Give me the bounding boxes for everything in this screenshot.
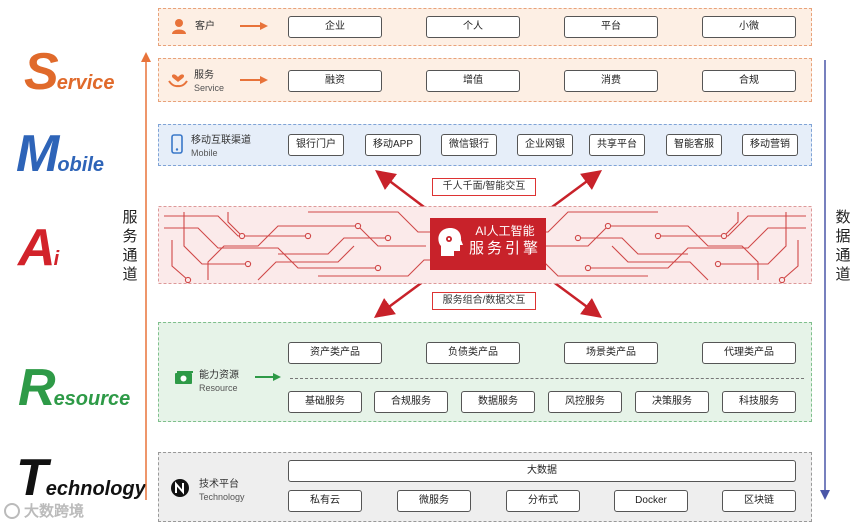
- ai-tag-top: 千人千面/智能交互: [432, 178, 536, 196]
- ai-engine-line1: AI人工智能: [475, 224, 535, 238]
- hand-heart-icon: [168, 74, 188, 88]
- right-channel-label: 数据通道: [835, 209, 851, 283]
- service-item[interactable]: 增值: [426, 70, 520, 92]
- letter-resource-cap: R: [18, 359, 56, 417]
- watermark-text: 大数跨境: [24, 503, 85, 520]
- letter-ai: Ai: [18, 218, 59, 278]
- letter-resource: Resource: [18, 358, 130, 418]
- mobile-label: 移动互联渠道 Mobile: [191, 135, 251, 159]
- mobile-phone-icon: [171, 134, 183, 154]
- service-item[interactable]: 合规: [702, 70, 796, 92]
- resource-label-en: Resource: [199, 383, 238, 393]
- ai-engine-line2: 服务引擎: [468, 240, 541, 257]
- mobile-item[interactable]: 企业网银: [517, 134, 573, 156]
- resource-product[interactable]: 场景类产品: [564, 342, 658, 364]
- left-channel-arrow: [141, 52, 151, 500]
- resource-product[interactable]: 代理类产品: [702, 342, 796, 364]
- letter-service: Service: [24, 42, 115, 102]
- resource-service[interactable]: 基础服务: [288, 391, 362, 413]
- letter-ai-cap: A: [18, 219, 56, 277]
- technology-logo-icon: [171, 479, 189, 497]
- resource-arrow-icon: [255, 373, 281, 381]
- service-arrow-icon: [240, 76, 268, 84]
- customer-item[interactable]: 企业: [288, 16, 382, 38]
- mobile-label-en: Mobile: [191, 148, 218, 158]
- resource-label-cn: 能力资源: [199, 370, 239, 381]
- letter-service-cap: S: [24, 43, 59, 101]
- letter-service-rest: ervice: [56, 72, 115, 94]
- customer-label: 客户: [195, 21, 215, 32]
- service-label: 服务 Service: [194, 70, 224, 94]
- letter-mobile-cap: M: [16, 125, 59, 183]
- technology-top[interactable]: 大数据: [288, 460, 796, 482]
- resource-service[interactable]: 数据服务: [461, 391, 535, 413]
- service-label-cn: 服务: [194, 70, 214, 81]
- mobile-item[interactable]: 微信银行: [441, 134, 497, 156]
- resource-service[interactable]: 合规服务: [374, 391, 448, 413]
- letter-mobile: Mobile: [16, 124, 104, 184]
- letter-technology-rest: echnology: [45, 478, 146, 500]
- customer-item[interactable]: 平台: [564, 16, 658, 38]
- right-channel-arrow: [820, 60, 830, 500]
- letter-technology-cap: T: [16, 449, 48, 507]
- letter-resource-rest: esource: [53, 388, 131, 410]
- customer-item[interactable]: 个人: [426, 16, 520, 38]
- resource-product[interactable]: 资产类产品: [288, 342, 382, 364]
- money-icon: [175, 371, 193, 384]
- mobile-label-cn: 移动互联渠道: [191, 135, 251, 146]
- letter-ai-rest: i: [53, 248, 60, 270]
- letter-technology: Technology: [16, 448, 146, 508]
- service-label-en: Service: [194, 83, 225, 93]
- technology-item[interactable]: 分布式: [506, 490, 580, 512]
- person-icon: [172, 19, 186, 34]
- resource-label: 能力资源 Resource: [199, 370, 239, 394]
- ai-tag-bottom: 服务组合/数据交互: [432, 292, 536, 310]
- technology-item[interactable]: 微服务: [397, 490, 471, 512]
- resource-divider: [290, 378, 804, 379]
- left-channel-label: 服务通道: [122, 209, 138, 283]
- service-item[interactable]: 消费: [564, 70, 658, 92]
- mobile-item[interactable]: 移动APP: [365, 134, 421, 156]
- mobile-item[interactable]: 移动营销: [742, 134, 798, 156]
- technology-item[interactable]: Docker: [614, 490, 688, 512]
- mobile-item[interactable]: 共享平台: [589, 134, 645, 156]
- mobile-item[interactable]: 银行门户: [288, 134, 344, 156]
- resource-service[interactable]: 决策服务: [635, 391, 709, 413]
- customer-arrow-icon: [240, 22, 268, 30]
- technology-label-en: Technology: [199, 492, 245, 502]
- mobile-item[interactable]: 智能客服: [666, 134, 722, 156]
- customer-item[interactable]: 小微: [702, 16, 796, 38]
- letter-mobile-rest: obile: [57, 154, 104, 176]
- watermark-icon: [4, 503, 20, 519]
- technology-label-cn: 技术平台: [199, 479, 239, 490]
- resource-service[interactable]: 风控服务: [548, 391, 622, 413]
- technology-label: 技术平台 Technology: [199, 479, 245, 503]
- ai-engine-title: AI人工智能 服务引擎: [466, 223, 544, 259]
- ai-head-icon: [438, 228, 463, 256]
- resource-product[interactable]: 负债类产品: [426, 342, 520, 364]
- technology-item[interactable]: 私有云: [288, 490, 362, 512]
- technology-item[interactable]: 区块链: [722, 490, 796, 512]
- resource-service[interactable]: 科技服务: [722, 391, 796, 413]
- watermark: 大数跨境: [4, 502, 84, 522]
- service-item[interactable]: 融资: [288, 70, 382, 92]
